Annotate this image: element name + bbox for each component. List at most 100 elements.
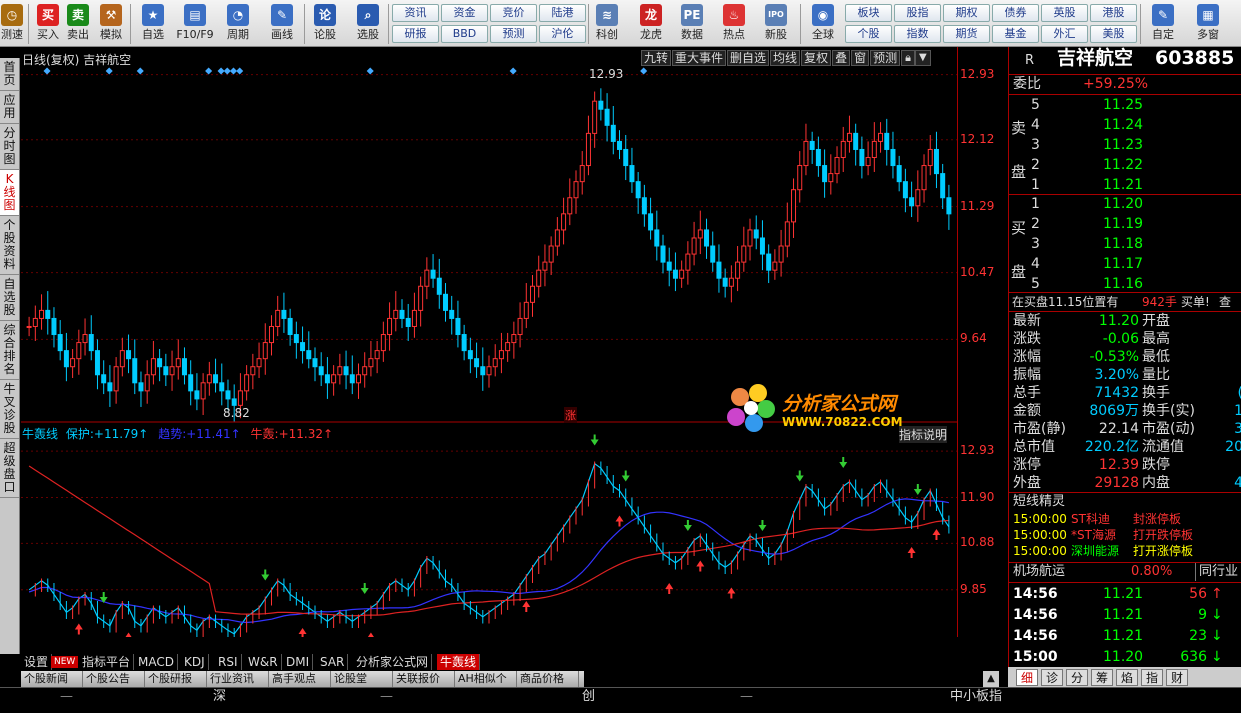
info-tab-4[interactable]: 高手观点 [269, 671, 331, 687]
toolbar-quick-button[interactable]: 债券 [992, 4, 1039, 22]
right-tab-0[interactable]: 细 [1016, 669, 1038, 686]
sidebar-item-7[interactable]: 牛叉诊股 [0, 380, 19, 439]
chevron-down-icon[interactable]: ▼ [914, 50, 931, 66]
indicator-tab-5[interactable]: RSI [215, 654, 242, 670]
collapse-button[interactable]: ▲ [983, 671, 999, 687]
right-tab-4[interactable]: 焰 [1116, 669, 1138, 686]
sidebar-item-0[interactable]: 首页 [0, 58, 19, 91]
info-tab-2[interactable]: 个股研报 [145, 671, 207, 687]
indicator-tab-0[interactable]: 设置 [21, 654, 53, 670]
toolbar-star-button[interactable]: ★ 自选 [137, 0, 169, 41]
toolbar-quick-button[interactable]: 期货 [943, 25, 990, 43]
toolbar-quick-button[interactable]: 外汇 [1041, 25, 1088, 43]
toolbar-buy-button[interactable]: 买买入 [34, 0, 62, 41]
toolbar-hammer-button[interactable]: ⚒ 模拟 [97, 0, 125, 41]
sidebar-item-3[interactable]: K线图 [0, 170, 19, 216]
sell-level-1[interactable]: 1 11.21 [1009, 175, 1241, 195]
toolbar-pen-button[interactable]: ✎ 画线 [264, 0, 300, 41]
toolbar-kechuang-button[interactable]: ≋ 科创 [592, 0, 622, 41]
toolbar-quick-button[interactable]: 板块 [845, 4, 892, 22]
buy-level-2[interactable]: 2 11.19 [1009, 214, 1241, 234]
sidebar-item-8[interactable]: 超级盘口 [0, 439, 19, 498]
alert-row[interactable]: 15:00:00 ST科迪 封涨停板 [1009, 511, 1241, 527]
toolbar-quick-button[interactable]: 期权 [943, 4, 990, 22]
indicator-tab-1[interactable]: NEW [51, 656, 79, 668]
toolbar-quick-button[interactable]: 资金 [441, 4, 488, 22]
indicator-tab-10[interactable]: 牛轰线 [437, 654, 481, 670]
buy-level-3[interactable]: 3 11.18 [1009, 234, 1241, 254]
alert-row[interactable]: 15:00:00 深圳能源 打开涨停板 [1009, 543, 1241, 559]
info-tab-0[interactable]: 个股新闻 [21, 671, 83, 687]
lock-icon[interactable]: 🔒︎ [901, 50, 915, 66]
sidebar-item-2[interactable]: 分时图 [0, 124, 19, 170]
peer-tab[interactable]: 同行业 [1195, 563, 1238, 581]
right-tab-5[interactable]: 指 [1141, 669, 1163, 686]
toolbar-pe-button[interactable]: PE 数据 [677, 0, 707, 41]
toolbar-fire-button[interactable]: ♨ 热点 [719, 0, 749, 41]
toolbar-quick-button[interactable]: 沪伦 [539, 25, 586, 43]
toolbar-quick-button[interactable]: 港股 [1090, 4, 1137, 22]
indicator-tab-6[interactable]: W&R [245, 654, 282, 670]
sidebar-item-4[interactable]: 个股资料 [0, 216, 19, 275]
sell-level-2[interactable]: 2 11.22 [1009, 155, 1241, 175]
chart-tool-0[interactable]: 九转 [641, 50, 672, 66]
chart-tool-1[interactable]: 重大事件 [672, 50, 727, 66]
toolbar-period-button[interactable]: ◔ 周期 [220, 0, 256, 41]
chart-tool-3[interactable]: 均线 [770, 50, 801, 66]
sector-row[interactable]: 机场航运 0.80% 同行业 [1009, 563, 1241, 581]
toolbar-quick-button[interactable]: 陆港 [539, 4, 586, 22]
toolbar-comment-button[interactable]: 论论股 [310, 0, 340, 41]
indicator-tab-4[interactable]: KDJ [181, 654, 209, 670]
status-sz[interactable]: 深 [213, 688, 226, 706]
toolbar-multiwindow-button[interactable]: ▦ 多窗 [1190, 0, 1226, 41]
sell-level-3[interactable]: 3 11.23 [1009, 135, 1241, 155]
info-tab-3[interactable]: 行业资讯 [207, 671, 269, 687]
toolbar-quick-button[interactable]: 资讯 [392, 4, 439, 22]
toolbar-f10-button[interactable]: ▤ F10/F9 [174, 0, 216, 41]
kline-chart[interactable]: 03040506070809101112 [21, 47, 957, 637]
chart-area[interactable]: 03040506070809101112 日线(复权) 吉祥航空 九转重大事件删… [21, 47, 957, 637]
info-tab-1[interactable]: 个股公告 [83, 671, 145, 687]
sell-level-5[interactable]: 5 11.25 [1009, 95, 1241, 115]
toolbar-quick-button[interactable]: 个股 [845, 25, 892, 43]
chart-tool-2[interactable]: 删自选 [727, 50, 770, 66]
status-zxb[interactable]: 中小板指 [950, 688, 1002, 706]
chart-tool-4[interactable]: 复权 [801, 50, 832, 66]
alert-row[interactable]: 15:00:00 *ST海源 打开跌停板 [1009, 527, 1241, 543]
toolbar-sell-button[interactable]: 卖卖出 [64, 0, 92, 41]
toolbar-custom-button[interactable]: ✎ 自定 [1145, 0, 1181, 41]
indicator-tab-8[interactable]: SAR [317, 654, 349, 670]
info-tab-7[interactable]: AH相似个股 [455, 671, 517, 701]
buy-level-1[interactable]: 1 11.20 [1009, 194, 1241, 214]
sidebar-item-1[interactable]: 应用 [0, 91, 19, 124]
right-tab-3[interactable]: 筹 [1091, 669, 1113, 686]
sidebar-item-5[interactable]: 自选股 [0, 275, 19, 321]
right-tab-6[interactable]: 财 [1166, 669, 1188, 686]
toolbar-quick-button[interactable]: 指数 [894, 25, 941, 43]
toolbar-quick-button[interactable]: BBD [441, 25, 488, 43]
indicator-tab-3[interactable]: MACD [135, 654, 178, 670]
toolbar-select-button[interactable]: ⌕ 选股 [350, 0, 386, 41]
info-tab-5[interactable]: 论股堂 [331, 671, 393, 687]
info-tab-6[interactable]: 关联报价 [393, 671, 455, 687]
toolbar-quick-button[interactable]: 预测 [490, 25, 537, 43]
toolbar-clock-button[interactable]: ◷ 测速 [0, 0, 24, 41]
right-tab-2[interactable]: 分 [1066, 669, 1088, 686]
buy-level-4[interactable]: 4 11.17 [1009, 254, 1241, 274]
indicator-tab-7[interactable]: DMI [283, 654, 314, 670]
right-tab-1[interactable]: 诊 [1041, 669, 1063, 686]
big-order-check-link[interactable]: 查 [1219, 293, 1231, 311]
toolbar-quick-button[interactable]: 英股 [1041, 4, 1088, 22]
sidebar-item-6[interactable]: 综合排名 [0, 321, 19, 380]
chart-tool-7[interactable]: 预测 [870, 50, 901, 66]
toolbar-quick-button[interactable]: 研报 [392, 25, 439, 43]
toolbar-ipo-button[interactable]: IPO 新股 [761, 0, 791, 41]
info-tab-8[interactable]: 商品价格 [517, 671, 579, 687]
toolbar-quick-button[interactable]: 竞价 [490, 4, 537, 22]
chart-tool-6[interactable]: 窗 [851, 50, 870, 66]
chart-tool-5[interactable]: 叠 [832, 50, 851, 66]
sell-level-4[interactable]: 4 11.24 [1009, 115, 1241, 135]
toolbar-quick-button[interactable]: 美股 [1090, 25, 1137, 43]
indicator-tab-2[interactable]: 指标平台 [79, 654, 135, 670]
toolbar-quick-button[interactable]: 股指 [894, 4, 941, 22]
